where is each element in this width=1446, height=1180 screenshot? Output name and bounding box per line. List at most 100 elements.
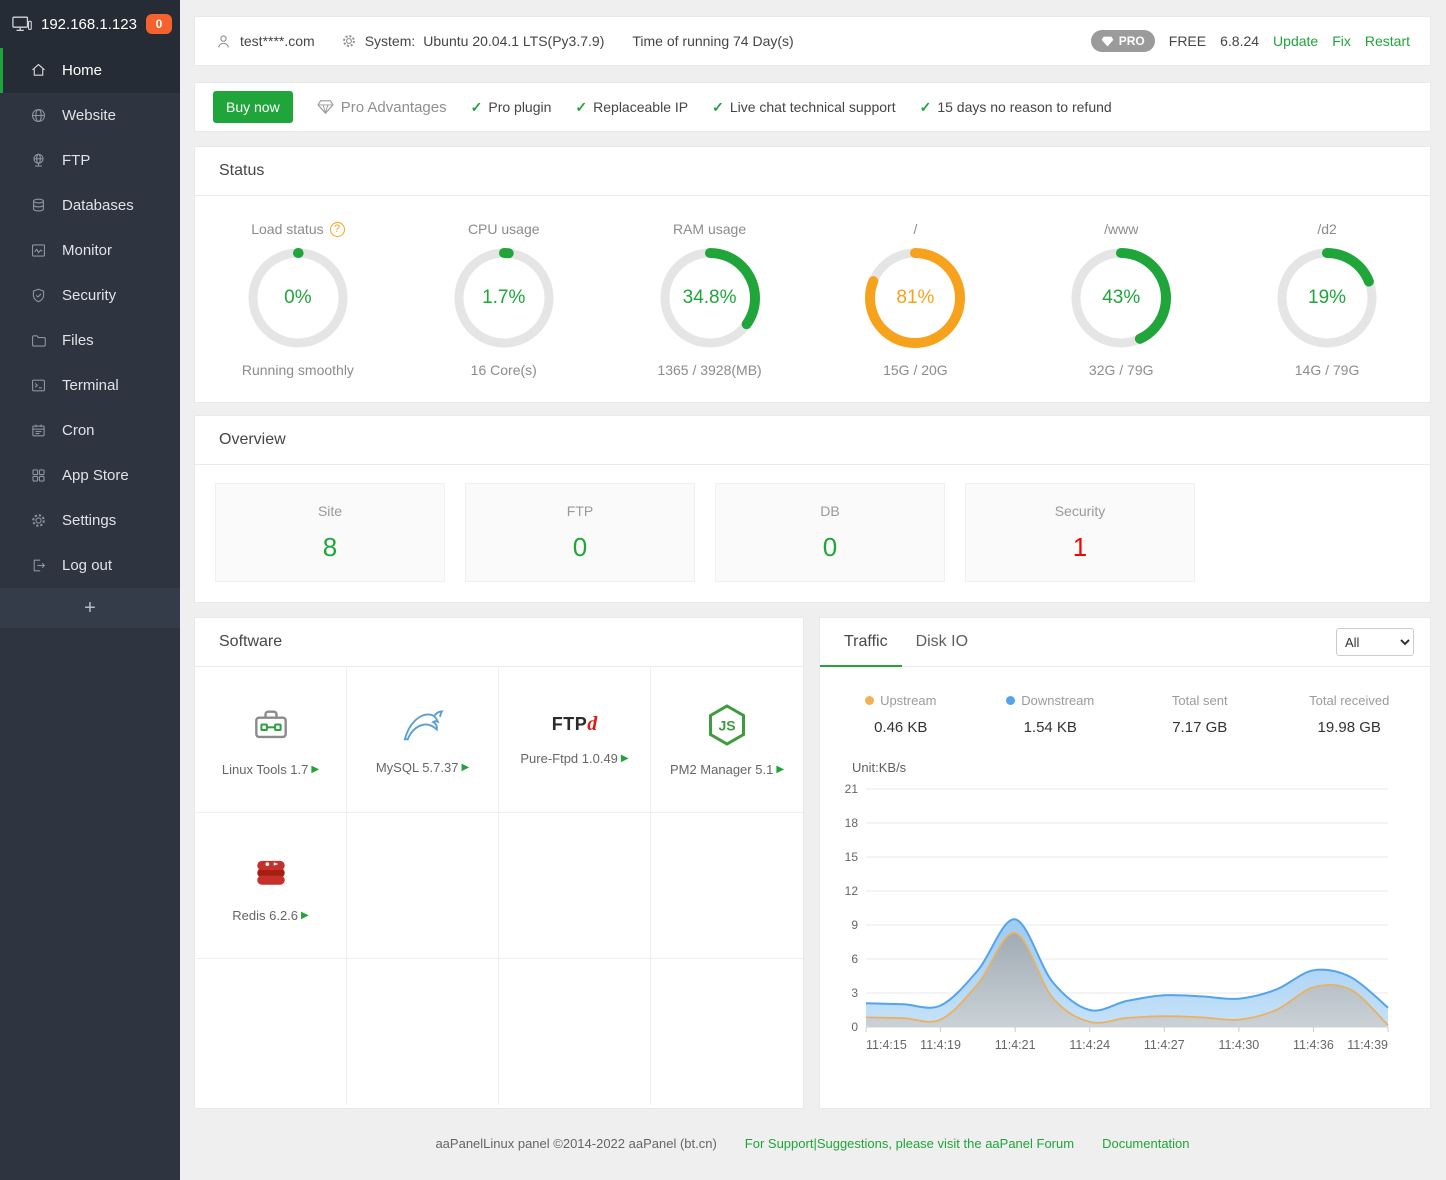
sidebar-item-label: Terminal [62,377,119,394]
buy-now-button[interactable]: Buy now [213,91,293,123]
logout-icon [30,557,47,574]
account-group[interactable]: test****.com [215,33,315,50]
svg-text:0: 0 [851,1020,858,1034]
toolbox-icon [249,703,293,747]
run-icon[interactable]: ▶ [461,762,469,773]
gauge-load-status: Load status? 0% Running smoothly [195,216,401,378]
sidebar-item-files[interactable]: Files [0,318,180,363]
documentation-link[interactable]: Documentation [1102,1136,1189,1151]
sidebar-nav: Home Website FTP Databases Monitor Secur… [0,48,180,588]
sidebar-item-security[interactable]: Security [0,273,180,318]
traffic-legend: Upstream 0.46 KB Downstream 1.54 KB Tota… [820,667,1430,740]
monitor-chart-icon [30,242,47,259]
overview-card-db[interactable]: DB 0 [715,483,945,582]
upstream-dot-icon [865,696,874,705]
software-cell-empty [651,959,803,1105]
main-content: test****.com System: Ubuntu 20.04.1 LTS(… [180,0,1446,1180]
sidebar-item-label: Home [62,62,102,79]
sidebar-item-app-store[interactable]: App Store [0,453,180,498]
sidebar: 192.168.1.123 0 Home Website FTP Databas… [0,0,180,1180]
footer: aaPanelLinux panel ©2014-2022 aaPanel (b… [194,1109,1431,1151]
edition-label: FREE [1169,33,1206,49]
svg-text:11:4:15: 11:4:15 [866,1038,907,1052]
software-name: Redis 6.2.6 [232,908,298,923]
restart-link[interactable]: Restart [1365,33,1410,49]
home-icon [30,62,47,79]
sidebar-item-databases[interactable]: Databases [0,183,180,228]
software-cell-mysql[interactable]: MySQL 5.7.37▶ [347,667,499,813]
message-count-badge[interactable]: 0 [146,14,172,34]
fix-link[interactable]: Fix [1332,33,1351,49]
gauge-subtext: 1365 / 3928(MB) [657,362,761,378]
svg-text:11:4:19: 11:4:19 [920,1038,961,1052]
overview-cards: Site 8 FTP 0 DB 0 Security 1 [195,465,1430,602]
terminal-icon [30,377,47,394]
overview-card-ftp[interactable]: FTP 0 [465,483,695,582]
username[interactable]: test****.com [240,33,315,49]
tab-disk-io[interactable]: Disk IO [902,618,982,667]
sidebar-expand-button[interactable]: + [0,588,180,628]
gauge-value: 43% [1069,246,1173,350]
sidebar-item-website[interactable]: Website [0,93,180,138]
software-cell-redis[interactable]: Redis 6.2.6▶ [195,813,347,959]
traffic-filter-select[interactable]: All [1336,628,1414,656]
software-cell-pm2[interactable]: JS PM2 Manager 5.1▶ [651,667,803,813]
help-icon[interactable]: ? [330,222,345,237]
sidebar-item-monitor[interactable]: Monitor [0,228,180,273]
sidebar-item-label: FTP [62,152,90,169]
svg-text:11:4:24: 11:4:24 [1069,1038,1110,1052]
user-icon [215,33,232,50]
run-icon[interactable]: ▶ [301,910,309,921]
legend-value: 0.46 KB [874,719,927,736]
gauge-subtext: Running smoothly [242,362,354,378]
gauge-subtext: 15G / 20G [883,362,948,378]
software-name: Linux Tools 1.7 [222,762,309,777]
aapanel-dashboard: 192.168.1.123 0 Home Website FTP Databas… [0,0,1446,1180]
calendar-icon [30,422,47,439]
gauge-label: /d2 [1317,221,1336,237]
sidebar-item-label: Security [62,287,116,304]
sidebar-item-label: Monitor [62,242,112,259]
svg-text:9: 9 [851,918,858,932]
update-link[interactable]: Update [1273,33,1318,49]
gauge-value: 81% [863,246,967,350]
run-icon[interactable]: ▶ [621,753,629,764]
svg-text:11:4:39: 11:4:39 [1347,1038,1388,1052]
gauge-subtext: 16 Core(s) [471,362,537,378]
legend-value: 19.98 GB [1318,719,1381,736]
software-cell-empty [195,959,347,1105]
card-value: 1 [1073,532,1087,563]
card-label: Security [1055,503,1106,519]
pro-advantages-link[interactable]: Pro Advantages [317,99,447,116]
legend-downstream: Downstream 1.54 KB [976,693,1126,736]
run-icon[interactable]: ▶ [776,764,784,775]
sidebar-item-home[interactable]: Home [0,48,180,93]
gauge-value: 34.8% [658,246,762,350]
gauge-label: CPU usage [468,221,540,237]
legend-value: 7.17 GB [1172,719,1227,736]
overview-card-security[interactable]: Security 1 [965,483,1195,582]
sidebar-item-terminal[interactable]: Terminal [0,363,180,408]
software-cell-linux-tools[interactable]: Linux Tools 1.7▶ [195,667,347,813]
sidebar-item-cron[interactable]: Cron [0,408,180,453]
card-label: FTP [567,503,593,519]
folder-icon [30,332,47,349]
svg-text:21: 21 [845,782,859,796]
gauge-value: 19% [1275,246,1379,350]
gauge-label: RAM usage [673,221,746,237]
overview-card-site[interactable]: Site 8 [215,483,445,582]
ftpd-logo: FTPd [552,713,598,736]
software-cell-pure-ftpd[interactable]: FTPd Pure-Ftpd 1.0.49▶ [499,667,651,813]
feature-item: ✓Pro plugin [471,99,552,116]
grid-icon [30,467,47,484]
sidebar-item-label: Files [62,332,94,349]
sidebar-item-ftp[interactable]: FTP [0,138,180,183]
gauge-label: /www [1104,221,1138,237]
run-icon[interactable]: ▶ [311,764,319,775]
pro-badge: PRO [1091,30,1155,52]
sidebar-item-logout[interactable]: Log out [0,543,180,588]
chart-unit-label: Unit:KB/s [852,760,1430,775]
forum-link[interactable]: For Support|Suggestions, please visit th… [745,1136,1074,1151]
tab-traffic[interactable]: Traffic [820,618,902,667]
sidebar-item-settings[interactable]: Settings [0,498,180,543]
